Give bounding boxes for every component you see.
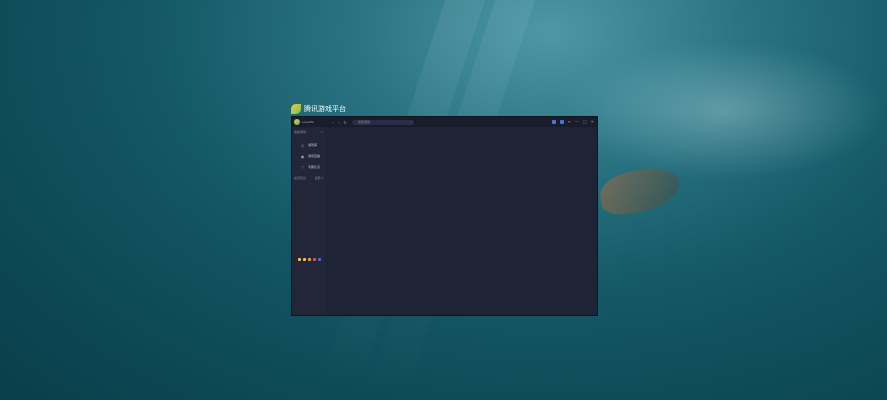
- footer-icon[interactable]: [303, 258, 306, 261]
- gift-icon: ♡: [300, 164, 305, 170]
- sidebar-item-game-live[interactable]: ◉ 游戏直播: [292, 151, 325, 161]
- close-button[interactable]: ✕: [591, 120, 594, 124]
- refresh-button[interactable]: ↻: [342, 120, 348, 125]
- message-icon[interactable]: [559, 120, 564, 124]
- window-controls: ≡ — □ ✕: [551, 120, 598, 124]
- minimize-button[interactable]: —: [575, 120, 579, 124]
- footer-icon[interactable]: [318, 258, 321, 261]
- recent-filter-dropdown[interactable]: 全部 ▾: [315, 176, 323, 180]
- tencent-game-logo-icon: [291, 104, 301, 114]
- sidebar-section-label: 我的游戏: [294, 130, 307, 134]
- maximize-button[interactable]: □: [583, 120, 587, 124]
- menu-icon[interactable]: ≡: [568, 120, 571, 124]
- add-game-button[interactable]: +: [320, 130, 323, 134]
- sidebar: 我的游戏 + ◇ 游戏库 ◉ 游戏直播 ♡ 专属礼包 最近玩过 全部 ▾: [292, 127, 325, 315]
- footer-icon[interactable]: [298, 258, 301, 261]
- background-wave: [560, 40, 887, 180]
- sidebar-item-game-library[interactable]: ◇ 游戏库: [292, 140, 325, 150]
- sidebar-item-gift-pack[interactable]: ♡ 专属礼包: [292, 162, 325, 172]
- user-profile[interactable]: Lovelife: [292, 119, 330, 125]
- user-name: Lovelife: [302, 120, 314, 124]
- live-icon: ◉: [300, 153, 305, 159]
- sidebar-footer-icons: [298, 258, 321, 261]
- sidebar-item-label: 游戏库: [308, 143, 318, 147]
- search-input[interactable]: 搜索游戏 ⌕: [352, 119, 414, 125]
- recent-label: 最近玩过: [294, 176, 307, 180]
- sidebar-section-my-games: 我的游戏 +: [292, 127, 323, 134]
- window-topbar: Lovelife ‹ › ↻ 搜索游戏 ⌕ ≡ — □ ✕: [292, 117, 597, 127]
- search-icon[interactable]: ⌕: [410, 120, 412, 125]
- main-content-area: [325, 127, 597, 315]
- avatar[interactable]: [294, 119, 300, 125]
- sidebar-item-label: 游戏直播: [308, 154, 321, 158]
- app-title-bar: 腾讯游戏平台: [291, 103, 346, 115]
- footer-icon[interactable]: [308, 258, 311, 261]
- download-icon[interactable]: [551, 120, 556, 124]
- app-window: Lovelife ‹ › ↻ 搜索游戏 ⌕ ≡ — □ ✕ 我的游戏 + ◇ 游…: [291, 116, 598, 316]
- sidebar-item-label: 专属礼包: [308, 165, 321, 169]
- sidebar-section-recent: 最近玩过 全部 ▾: [292, 172, 323, 180]
- search-placeholder: 搜索游戏: [358, 119, 371, 124]
- app-title: 腾讯游戏平台: [304, 105, 346, 113]
- footer-icon[interactable]: [313, 258, 316, 261]
- diamond-icon: ◇: [300, 142, 305, 148]
